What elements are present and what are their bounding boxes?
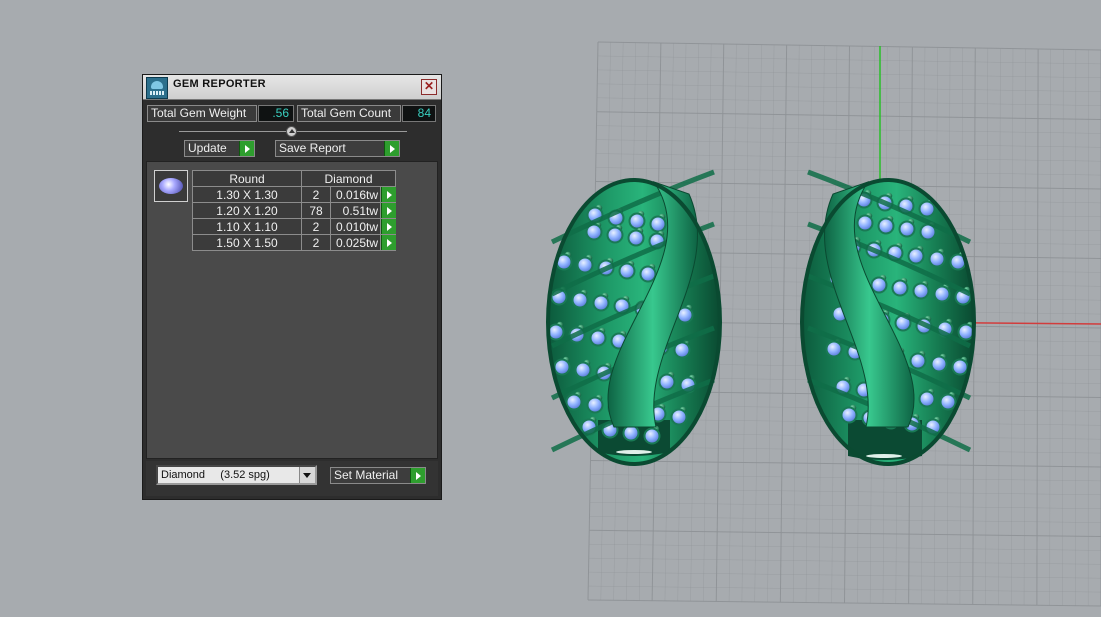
gem-count-cell: 2: [301, 218, 331, 235]
chevron-down-icon[interactable]: [299, 467, 315, 483]
gem-weight-cell: 0.51tw: [330, 202, 381, 219]
table-row: 1.10 X 1.10 2 0.010tw: [192, 218, 396, 235]
gem-list-area: Round Diamond 1.30 X 1.30 2 0.016tw 1.20…: [146, 161, 438, 459]
gem-weight-cell: 0.016tw: [330, 186, 381, 203]
gem-weight-cell: 0.025tw: [330, 234, 381, 251]
total-gem-weight-value: .56: [258, 105, 294, 122]
total-gem-weight-label: Total Gem Weight: [147, 105, 257, 122]
update-button[interactable]: Update: [184, 140, 255, 157]
total-gem-count-value: 84: [402, 105, 436, 122]
play-arrow-icon: [381, 235, 396, 250]
table-row: 1.30 X 1.30 2 0.016tw: [192, 186, 396, 203]
update-button-label: Update: [188, 141, 227, 155]
earring-right[interactable]: [800, 169, 976, 466]
table-row: 1.20 X 1.20 78 0.51tw: [192, 202, 396, 219]
gem-count-cell: 2: [301, 234, 331, 251]
panel-title: GEM REPORTER: [173, 78, 266, 90]
play-arrow-icon: [381, 203, 396, 218]
save-report-button-label: Save Report: [279, 141, 346, 155]
play-arrow-icon: [239, 141, 254, 156]
play-arrow-icon: [381, 219, 396, 234]
set-material-button-label: Set Material: [334, 468, 399, 482]
collapse-toggle-icon[interactable]: [286, 126, 297, 137]
gem-weight-cell: 0.010tw: [330, 218, 381, 235]
play-arrow-icon: [384, 141, 399, 156]
gem-count-cell: 2: [301, 186, 331, 203]
select-row-button[interactable]: [380, 186, 396, 203]
earring-left[interactable]: [546, 169, 722, 466]
gem-shape-header: Round: [192, 170, 302, 187]
select-row-button[interactable]: [380, 202, 396, 219]
set-material-button[interactable]: Set Material: [330, 467, 426, 484]
save-report-button[interactable]: Save Report: [275, 140, 400, 157]
gem-count-cell: 78: [301, 202, 331, 219]
gem-size-cell: 1.30 X 1.30: [192, 186, 302, 203]
table-row: 1.50 X 1.50 2 0.025tw: [192, 234, 396, 251]
play-arrow-icon: [410, 468, 425, 483]
gem-material-header: Diamond: [301, 170, 396, 187]
total-gem-count-label: Total Gem Count: [297, 105, 401, 122]
material-select-value: Diamond (3.52 spg): [161, 469, 270, 481]
material-select[interactable]: Diamond (3.52 spg): [156, 465, 317, 485]
close-icon[interactable]: ✕: [421, 79, 437, 95]
gem-size-cell: 1.20 X 1.20: [192, 202, 302, 219]
gem-size-cell: 1.10 X 1.10: [192, 218, 302, 235]
gem-table: Round Diamond 1.30 X 1.30 2 0.016tw 1.20…: [192, 170, 396, 251]
round-gem-icon: [154, 170, 188, 202]
panel-titlebar[interactable]: GEM REPORTER ✕: [143, 75, 441, 100]
gem-reporter-panel: GEM REPORTER ✕ Total Gem Weight .56 Tota…: [142, 74, 442, 500]
play-arrow-icon: [381, 187, 396, 202]
gem-reporter-app-icon: [146, 77, 168, 99]
material-bar: Diamond (3.52 spg) Set Material: [146, 461, 438, 496]
select-row-button[interactable]: [380, 218, 396, 235]
select-row-button[interactable]: [380, 234, 396, 251]
gem-size-cell: 1.50 X 1.50: [192, 234, 302, 251]
